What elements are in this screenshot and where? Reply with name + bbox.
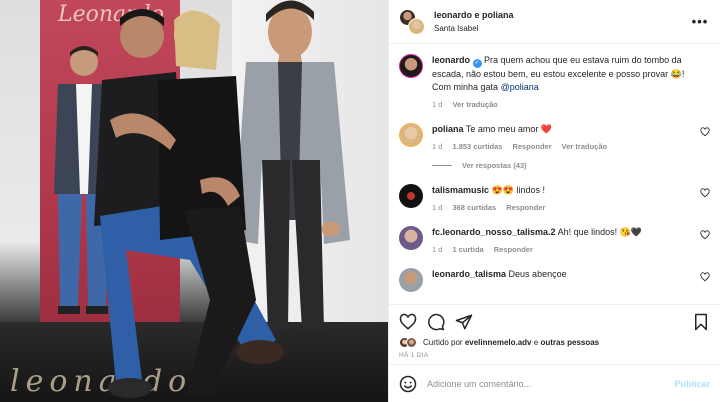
heart-icon[interactable] — [700, 188, 710, 198]
comment-emoji: ❤️ — [540, 124, 553, 134]
comment-body: fc.leonardo_nosso_talisma.2 Ah! que lind… — [432, 226, 710, 256]
share-icon[interactable] — [455, 313, 473, 331]
comment-body: poliana Te amo meu amor ❤️ 1 d 1.853 cur… — [432, 123, 710, 153]
heart-icon[interactable] — [700, 230, 710, 240]
heart-icon[interactable] — [700, 127, 710, 137]
comment-time: 1 d — [432, 142, 443, 151]
caption-meta: 1 d Ver tradução — [432, 98, 692, 111]
liked-by: Curtido por evelinnemelo.adv e outras pe… — [399, 337, 710, 348]
comment-username[interactable]: poliana — [432, 124, 464, 134]
verified-icon: ✓ — [472, 59, 482, 68]
post-location[interactable]: Santa Isabel — [434, 24, 690, 33]
avatar[interactable] — [399, 54, 423, 78]
comment-composer: Publicar — [389, 364, 720, 402]
comment-text: Te amo meu amor — [465, 124, 539, 134]
caption-username[interactable]: leonardo — [432, 55, 470, 65]
see-translation-link[interactable]: Ver tradução — [452, 98, 497, 111]
instagram-post: Leonardo leonardo leonardo e poliana San… — [0, 0, 720, 402]
comment-username[interactable]: leonardo_talisma — [432, 269, 506, 279]
comment-likes[interactable]: 1 curtida — [452, 243, 483, 256]
comment-likes[interactable]: 368 curtidas — [452, 201, 496, 214]
avatar[interactable] — [399, 184, 423, 208]
header-text: leonardo e poliana Santa Isabel — [434, 10, 690, 33]
avatar[interactable] — [399, 226, 423, 250]
comment-text: Deus abençoe — [508, 269, 567, 279]
comment-meta: 1 d 368 curtidas Responder — [432, 201, 692, 214]
comment-username[interactable]: talismamusic — [432, 185, 489, 195]
comment-meta: 1 d 1.853 curtidas Responder Ver traduçã… — [432, 140, 692, 153]
more-icon[interactable]: ••• — [690, 15, 710, 28]
comment-username[interactable]: fc.leonardo_nosso_talisma.2 — [432, 227, 556, 237]
comment-text: 😍😍 lindos ! — [491, 185, 545, 195]
post-header: leonardo e poliana Santa Isabel ••• — [389, 0, 720, 44]
post-authors[interactable]: leonardo e poliana — [434, 10, 690, 20]
view-replies-button[interactable]: Ver respostas (43) — [432, 161, 710, 170]
liked-by-connector: e — [533, 338, 539, 347]
comment-item: fc.leonardo_nosso_talisma.2 Ah! que lind… — [399, 226, 710, 256]
action-icons — [399, 311, 710, 333]
comment-body: talismamusic 😍😍 lindos ! 1 d 368 curtida… — [432, 184, 710, 214]
comments-list[interactable]: leonardo ✓ Pra quem achou que eu estava … — [389, 44, 720, 304]
avatar[interactable] — [399, 123, 423, 147]
caption-text: Pra quem achou que eu estava ruim do tom… — [432, 55, 685, 92]
avatar[interactable] — [406, 337, 417, 348]
comment-item: leonardo_talisma Deus abençoe — [399, 268, 710, 292]
reply-button[interactable]: Responder — [494, 243, 533, 256]
liked-by-user[interactable]: evelinnemelo.adv — [465, 338, 532, 347]
comment-likes[interactable]: 1.853 curtidas — [452, 140, 502, 153]
liked-by-text: Curtido por evelinnemelo.adv e outras pe… — [423, 338, 599, 347]
caption-mention[interactable]: @poliana — [501, 82, 539, 92]
comment-meta: 1 d 1 curtida Responder — [432, 243, 692, 256]
emoji-icon[interactable] — [399, 375, 417, 393]
post-actions: Curtido por evelinnemelo.adv e outras pe… — [389, 304, 720, 364]
reply-button[interactable]: Responder — [512, 140, 551, 153]
liked-by-others[interactable]: outras pessoas — [540, 338, 599, 347]
post-side-panel: leonardo e poliana Santa Isabel ••• leon… — [388, 0, 720, 402]
collab-avatars[interactable] — [399, 8, 425, 35]
comment-icon[interactable] — [427, 313, 445, 331]
post-photo[interactable]: Leonardo leonardo — [0, 0, 388, 402]
comment-item: poliana Te amo meu amor ❤️ 1 d 1.853 cur… — [399, 123, 710, 153]
comment-text: Ah! que lindos! 😘🖤 — [557, 227, 643, 237]
liked-by-prefix: Curtido por — [423, 338, 463, 347]
comment-item: talismamusic 😍😍 lindos ! 1 d 368 curtida… — [399, 184, 710, 214]
avatar[interactable] — [399, 268, 423, 292]
heart-icon[interactable] — [399, 313, 417, 331]
view-replies-label[interactable]: Ver respostas (43) — [462, 161, 527, 170]
caption-body: leonardo ✓ Pra quem achou que eu estava … — [432, 54, 710, 111]
comment-time: 1 d — [432, 245, 443, 254]
save-icon[interactable] — [692, 313, 710, 331]
publish-button[interactable]: Publicar — [674, 379, 710, 389]
caption: leonardo ✓ Pra quem achou que eu estava … — [399, 54, 710, 111]
couple-figure — [94, 9, 284, 398]
comment-time: 1 d — [432, 203, 443, 212]
replies-divider — [432, 165, 452, 166]
heart-icon[interactable] — [700, 272, 710, 282]
see-translation-link[interactable]: Ver tradução — [562, 140, 607, 153]
comment-input[interactable] — [427, 378, 675, 389]
comment-body: leonardo_talisma Deus abençoe — [432, 268, 710, 281]
reply-button[interactable]: Responder — [506, 201, 545, 214]
post-time[interactable]: HÁ 1 DIA — [399, 352, 710, 359]
avatar[interactable] — [408, 17, 425, 35]
caption-time: 1 d — [432, 100, 443, 109]
